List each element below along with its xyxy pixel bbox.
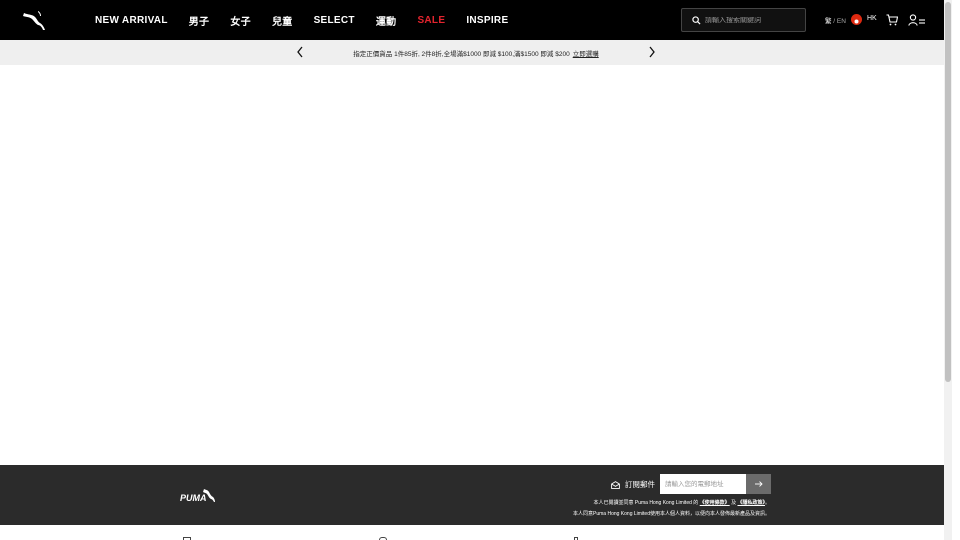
search-box[interactable] [681,8,806,32]
puma-logo-icon[interactable] [22,9,48,31]
puma-wordmark-logo-icon[interactable]: PUMA [180,485,216,505]
chevron-right-icon[interactable] [647,46,657,58]
svg-text:PUMA: PUMA [180,493,207,503]
promo-shop-link[interactable]: 立即選購 [573,48,599,58]
legal-suffix: 。 [764,500,770,506]
nav-kids[interactable]: 兒童 [272,13,293,28]
subscribe-submit-button[interactable] [746,474,771,494]
arrow-right-icon [754,481,763,487]
region-label[interactable]: HK [867,15,877,22]
nav-men[interactable]: 男子 [189,13,210,28]
newsletter-title: 訂閱郵件 [625,480,655,489]
promo-text: 指定正價貨品 1件85折, 2件8折,全場滿$1000 即減 $100,滿$15… [353,50,570,58]
cart-icon[interactable] [886,14,898,26]
top-nav-bar: NEW ARRIVAL 男子 女子 兒童 SELECT 運動 SALE INSP… [0,0,952,40]
nav-sale[interactable]: SALE [417,15,445,26]
lang-en[interactable]: EN [837,18,846,25]
data-consent-line: 本人同意Puma Hong Kong Limited使用本人個人資料，以便向本人… [573,511,770,517]
main-nav: NEW ARRIVAL 男子 女子 兒童 SELECT 運動 SALE INSP… [95,0,529,40]
legal-prefix: 本人已閱讀並同意 Puma Hong Kong Limited 的 [593,500,700,506]
page: NEW ARRIVAL 男子 女子 兒童 SELECT 運動 SALE INSP… [0,0,952,540]
newsletter-label: 訂閱郵件 [611,479,655,490]
promo-banner: 指定正價貨品 1件85折, 2件8折,全場滿$1000 即減 $100,滿$15… [0,40,952,65]
nav-inspire[interactable]: INSPIRE [466,15,508,26]
scrollbar-thumb[interactable] [945,2,951,382]
nav-new-arrival[interactable]: NEW ARRIVAL [95,15,168,26]
nav-select[interactable]: SELECT [314,15,355,26]
language-switch[interactable]: 繁 / EN [825,15,846,25]
search-icon[interactable] [692,15,701,25]
mail-icon [611,480,620,489]
legal-consent-line: 本人已閱讀並同意 Puma Hong Kong Limited 的 《使用條款》… [594,499,770,506]
account-menu-icon[interactable] [908,14,926,26]
search-input[interactable] [705,16,795,24]
terms-link[interactable]: 《使用條款》 [700,500,730,506]
chevron-left-icon[interactable] [295,46,305,58]
footer-bottom-bar [0,525,952,540]
privacy-link[interactable]: 《隱私政策》 [737,500,765,506]
email-field[interactable] [660,474,746,494]
page-scrollbar[interactable] [944,0,952,540]
footer: PUMA 訂閱郵件 本人已閱讀並同意 Puma Hong Kong Limite… [0,465,952,525]
hk-flag-icon[interactable] [851,14,862,25]
nav-women[interactable]: 女子 [230,13,251,28]
nav-sport[interactable]: 運動 [376,13,397,28]
